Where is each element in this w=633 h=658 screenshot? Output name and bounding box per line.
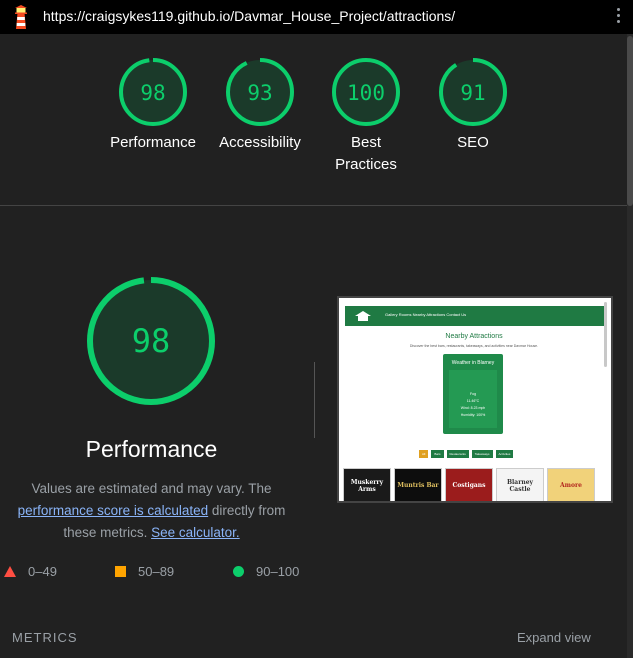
gauge-performance[interactable]: 98 Performance xyxy=(103,56,203,154)
gauge-ring: 100 xyxy=(332,58,400,126)
gauge-accessibility[interactable]: 93 Accessibility xyxy=(210,56,310,154)
circle-icon xyxy=(233,566,244,577)
weather-line: Fog xyxy=(469,392,477,396)
thumb-tile: Muskerry Arms xyxy=(343,468,391,501)
metrics-heading: METRICS xyxy=(12,630,78,645)
thumb-filter-button: Activities xyxy=(495,450,514,458)
thumb-nav-links: Gallery Rooms Nearby Attractions Contact… xyxy=(385,312,467,317)
thumb-heading: Nearby Attractions xyxy=(445,333,503,340)
gauge-label: Best Practices xyxy=(335,134,397,173)
vertical-divider xyxy=(314,362,315,438)
thumb-filter-button: Restaurants xyxy=(446,450,469,458)
calculator-link[interactable]: See calculator. xyxy=(151,525,240,540)
gauge-label: SEO xyxy=(457,134,489,151)
gauge-score: 100 xyxy=(347,81,385,105)
legend-average: 50–89 xyxy=(115,564,174,579)
thumb-scrollbar xyxy=(604,302,607,367)
gauge-score: 91 xyxy=(460,81,485,105)
performance-score: 98 xyxy=(132,322,171,360)
thumb-attraction-tiles: Muskerry Arms Muntris Bar Costigans Blar… xyxy=(343,468,595,501)
weather-line: 11.46°C xyxy=(466,399,480,403)
lighthouse-icon xyxy=(15,5,27,29)
performance-title: Performance xyxy=(85,436,218,462)
weather-line: Humidity: 100% xyxy=(460,413,486,417)
legend-pass: 90–100 xyxy=(233,564,299,579)
gauge-ring: 91 xyxy=(439,58,507,126)
house-logo-icon xyxy=(355,311,371,321)
final-screenshot[interactable]: Gallery Rooms Nearby Attractions Contact… xyxy=(337,296,613,503)
thumb-subheading: Discover the best bars, restaurants, tak… xyxy=(409,344,539,348)
thumb-filter-button: All xyxy=(419,450,429,458)
kebab-menu-icon[interactable] xyxy=(615,8,621,26)
page-scrollbar[interactable] xyxy=(627,34,633,658)
legend-range: 50–89 xyxy=(138,564,175,579)
thumb-tile: Costigans xyxy=(445,468,493,501)
report-topbar: https://craigsykes119.github.io/Davmar_H… xyxy=(0,0,633,34)
weather-title: Weather in Blarney xyxy=(451,360,495,366)
description-text: Values are estimated and may vary. The xyxy=(31,481,272,496)
gauge-ring: 98 xyxy=(119,58,187,126)
gauge-label: Accessibility xyxy=(219,134,301,151)
expand-view-button[interactable]: Expand view xyxy=(517,630,591,645)
gauge-score: 98 xyxy=(140,81,165,105)
legend-range: 0–49 xyxy=(28,564,57,579)
thumb-tile: Muntris Bar xyxy=(394,468,442,501)
triangle-icon xyxy=(4,566,16,577)
legend-fail: 0–49 xyxy=(4,564,57,579)
weather-line: Wind: 8.23 mph xyxy=(460,406,486,410)
thumb-tile: Amore xyxy=(547,468,595,501)
thumb-filter-button: Takeaways xyxy=(471,450,493,458)
performance-description: Values are estimated and may vary. The p… xyxy=(0,478,303,544)
gauge-seo[interactable]: 91 SEO xyxy=(423,56,523,154)
gauge-label: Performance xyxy=(110,134,196,151)
performance-gauge-large: 98 xyxy=(87,277,215,405)
thumb-filter-buttons: All Bars Restaurants Takeaways Activitie… xyxy=(419,450,514,458)
thumb-navbar: Gallery Rooms Nearby Attractions Contact… xyxy=(345,306,607,326)
gauge-ring: 93 xyxy=(226,58,294,126)
section-divider xyxy=(0,205,627,206)
square-icon xyxy=(115,566,126,577)
thumb-tile: Blarney Castle xyxy=(496,468,544,501)
gauge-score: 93 xyxy=(247,81,272,105)
legend-range: 90–100 xyxy=(256,564,300,579)
weather-details: Fog 11.46°C Wind: 8.23 mph Humidity: 100… xyxy=(449,370,497,428)
thumb-weather-card: Weather in Blarney Fog 11.46°C Wind: 8.2… xyxy=(443,354,503,434)
score-calculation-link[interactable]: performance score is calculated xyxy=(18,503,209,518)
thumb-filter-button: Bars xyxy=(431,450,444,458)
gauge-best-practices[interactable]: 100 Best Practices xyxy=(316,56,416,176)
scrollbar-thumb[interactable] xyxy=(627,36,633,206)
report-url[interactable]: https://craigsykes119.github.io/Davmar_H… xyxy=(43,8,455,24)
